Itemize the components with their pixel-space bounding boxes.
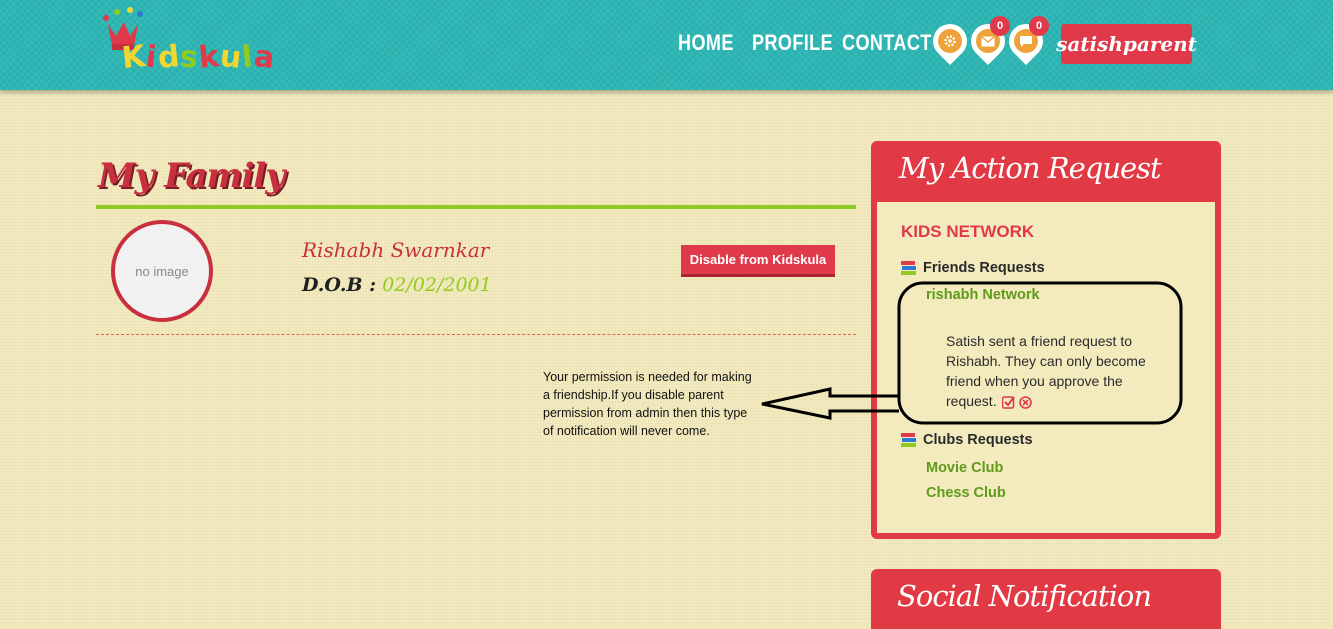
nav-profile[interactable]: PROFILE <box>752 30 833 56</box>
clubs-requests-heading: Clubs Requests <box>901 432 1033 448</box>
friends-requests-heading: Friends Requests <box>901 260 1045 276</box>
clubs-requests-label: Clubs Requests <box>923 432 1033 448</box>
friend-request-message: Satish sent a friend request to Rishabh.… <box>946 331 1161 411</box>
child-name[interactable]: Rishabh Swarnkar <box>302 238 489 262</box>
chat-count-badge: 0 <box>1029 16 1049 36</box>
friends-requests-label: Friends Requests <box>923 260 1045 276</box>
chat-bubble-icon <box>1020 35 1032 47</box>
nav-home[interactable]: HOME <box>678 30 734 56</box>
section-divider <box>96 334 856 335</box>
approve-check-icon[interactable] <box>1002 396 1016 409</box>
club-link-movie[interactable]: Movie Club <box>926 460 1003 476</box>
dob-label: D.O.B : <box>302 274 377 296</box>
social-notification-panel: Social Notification <box>871 569 1221 629</box>
envelope-icon <box>981 35 995 46</box>
page-title: My Family <box>98 156 285 196</box>
avatar-placeholder-text: no image <box>135 263 189 279</box>
club-link-chess[interactable]: Chess Club <box>926 485 1006 501</box>
mail-count-badge: 0 <box>990 16 1010 36</box>
disable-from-kidskula-button[interactable]: Disable from Kidskula <box>681 245 835 277</box>
friend-request-text: Satish sent a friend request to Rishabh.… <box>946 333 1146 409</box>
settings-button[interactable] <box>925 16 975 66</box>
avatar[interactable]: no image <box>111 220 213 322</box>
friend-network-link[interactable]: rishabh Network <box>926 287 1040 303</box>
dob-line: D.O.B : 02/02/2001 <box>302 274 492 296</box>
nav-contact[interactable]: CONTACT <box>842 30 932 56</box>
dob-value: 02/02/2001 <box>382 274 492 296</box>
books-icon <box>901 433 916 447</box>
gear-icon <box>944 35 956 47</box>
action-request-title: My Action Request <box>899 151 1162 185</box>
annotation-note: Your permission is needed for making a f… <box>543 370 752 438</box>
logo-letter: a <box>251 38 277 77</box>
reject-x-icon[interactable] <box>1019 395 1033 409</box>
social-notification-title: Social Notification <box>897 579 1152 613</box>
books-icon <box>901 261 916 275</box>
user-menu-button[interactable]: satishparent <box>1056 24 1197 64</box>
title-divider <box>96 205 856 209</box>
kids-network-heading: KIDS NETWORK <box>901 222 1035 241</box>
brand-wordmark[interactable]: Kidskula <box>120 38 277 77</box>
top-header: Kidskula HOME PROFILE CONTACT 0 0 satish… <box>0 0 1333 90</box>
